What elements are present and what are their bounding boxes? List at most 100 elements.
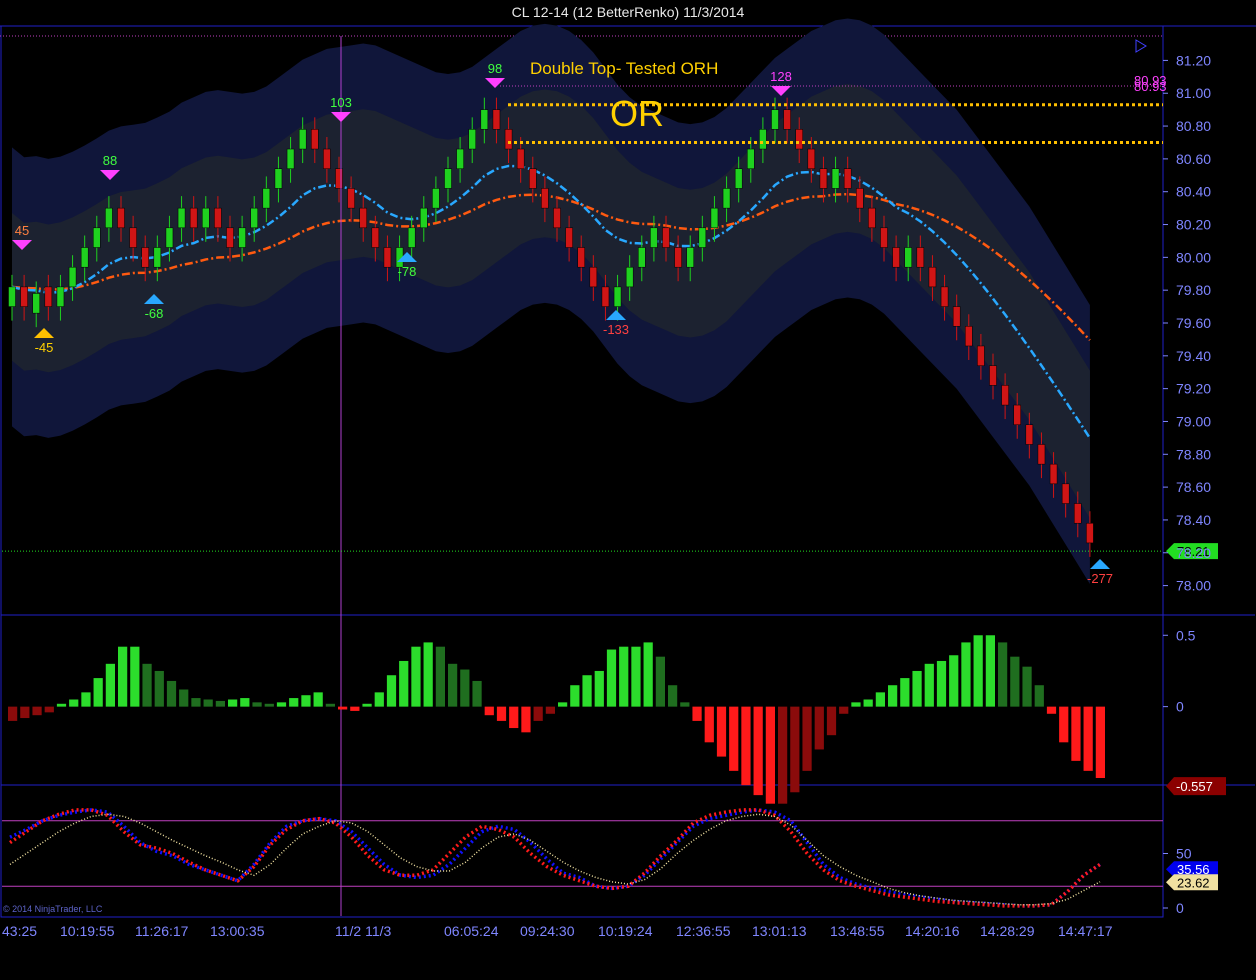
play-icon [1135,39,1147,53]
macd-bar [411,646,421,707]
candle-body [298,129,307,150]
price-tick-label: 78.20 [1176,545,1211,561]
macd-bar [680,702,690,707]
price-tick-label: 78.00 [1176,578,1211,594]
time-tick-label: 10:19:24 [598,923,653,939]
macd-bar [154,670,164,707]
candle-body [165,227,174,248]
candle-body [734,168,743,189]
stoch-line-cream [9,813,1101,906]
macd-bar [105,663,115,707]
time-tick-label: 11:26:17 [135,923,189,939]
stoch-line-red [9,808,1101,908]
macd-bar [32,706,42,716]
macd-bar [631,646,641,707]
macd-bar [240,698,250,707]
candle-body [686,247,694,268]
candle-body [1049,463,1058,485]
candle-body [347,188,355,209]
candle-body [1086,522,1094,544]
time-tick-label: 10:19:55 [60,923,115,939]
macd-bar [655,656,665,707]
stoch-tick-label: 50 [1176,846,1192,862]
macd-bar [875,692,885,707]
candle-body [371,227,380,248]
macd-bar [765,706,775,804]
candle-body [565,227,573,248]
macd-tick-label: 0 [1176,699,1184,715]
candle-body [420,207,428,229]
macd-bar [191,698,201,707]
macd-bar [545,706,555,714]
price-tick-label: 80.60 [1176,151,1211,167]
macd-bar [716,706,727,757]
copyright-text: © 2014 NinjaTrader, LLC [3,904,103,914]
candle-body [589,266,598,288]
macd-bar [20,706,30,719]
candle-body [20,286,28,307]
time-tick-label: 14:28:29 [980,923,1035,939]
price-tick-label: 78.60 [1176,479,1211,495]
macd-bar [374,692,384,707]
macd-bar [741,706,751,786]
candle-body [1025,424,1034,445]
macd-bar [778,706,788,804]
macd-bar [924,663,934,707]
candle-body [286,148,295,169]
macd-bar [484,706,494,716]
candle-body [710,207,719,229]
candle-body [93,227,101,248]
candle-body [868,207,876,229]
macd-histogram: -0.557 [8,635,1226,804]
swing-low-marker [1090,559,1110,569]
candle-body [650,227,658,248]
candle-body [311,129,319,150]
candle-body [856,188,864,209]
price-tick-label: 79.40 [1176,348,1211,364]
macd-bar [179,689,189,707]
candle-body [383,247,392,268]
candle-body [141,247,149,268]
macd-bar [558,702,568,707]
candle-body [601,286,610,307]
chart-canvas[interactable]: Double Top- Tested ORH OR 45 -45 88 -68 103 -78… [0,0,1256,980]
candle-body [468,129,476,150]
candle-body [1061,483,1070,504]
macd-bar [203,699,213,707]
swing-label: 103 [330,95,352,110]
candle-body [480,109,489,130]
candle-body [56,286,65,307]
candle-body [771,109,779,130]
candle-body [759,129,767,150]
candle-body [541,188,549,209]
candle-body [1001,385,1009,406]
macd-bar [362,703,372,707]
candle-body [444,168,452,189]
macd-tick-label: 0.5 [1176,627,1196,643]
candle-body [638,247,646,268]
candle-body [722,188,731,209]
macd-bar [166,680,177,707]
candle-body [613,286,622,307]
price-tick-label: 79.20 [1176,381,1211,397]
macd-bar [1010,656,1020,707]
macd-bar [264,703,274,707]
macd-bar [130,646,140,707]
price-tick-label: 79.60 [1176,315,1211,331]
candle-body [904,247,912,268]
candle-body [262,188,271,209]
macd-bar [435,646,445,707]
macd-bar [509,706,519,729]
macd-bar [606,649,617,707]
macd-bar [1095,706,1105,778]
candle-body [407,227,416,248]
macd-bar [399,660,409,707]
candle-body [432,188,440,209]
macd-bar [790,706,800,793]
time-tick-label: 13:00:35 [210,923,265,939]
candle-body [1037,444,1046,465]
macd-bar [668,685,678,707]
macd-bar [643,642,653,707]
macd-bar [1071,706,1081,761]
macd-bar [276,702,287,707]
